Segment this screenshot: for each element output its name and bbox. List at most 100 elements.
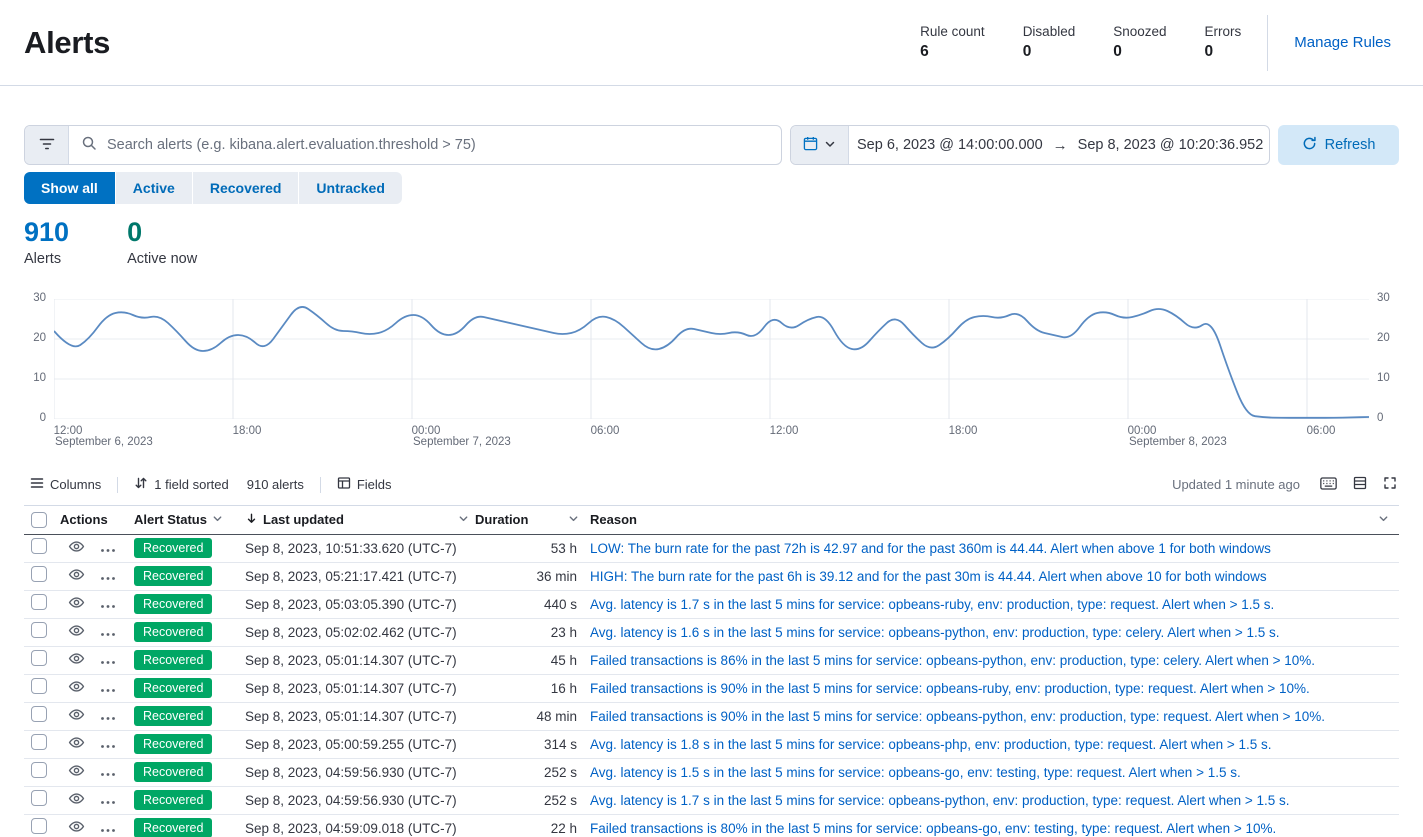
sort-fields-button[interactable]: 1 field sorted [128, 472, 234, 497]
calendar-button[interactable] [791, 126, 849, 164]
row-menu-button[interactable] [100, 681, 116, 696]
fields-button[interactable]: Fields [331, 472, 398, 497]
eye-icon [68, 678, 85, 698]
last-updated-cell: Sep 8, 2023, 05:02:02.462 (UTC-7) [245, 625, 475, 640]
display-density-button[interactable] [1351, 474, 1369, 495]
view-alert-button[interactable] [68, 594, 85, 614]
duration-cell: 16 h [475, 681, 581, 696]
view-alert-button[interactable] [68, 706, 85, 726]
row-checkbox[interactable] [31, 818, 47, 834]
date-range: Sep 6, 2023 @ 14:00:00.000 → Sep 8, 2023… [849, 126, 1270, 164]
view-alert-button[interactable] [68, 650, 85, 670]
reason-link[interactable]: HIGH: The burn rate for the past 6h is 3… [581, 569, 1399, 584]
row-checkbox[interactable] [31, 678, 47, 694]
reason-link[interactable]: Avg. latency is 1.5 s in the last 5 mins… [581, 765, 1399, 780]
reason-link[interactable]: LOW: The burn rate for the past 72h is 4… [581, 541, 1399, 556]
status-badge: Recovered [134, 594, 212, 614]
ellipsis-icon [100, 625, 116, 640]
row-menu-button[interactable] [100, 541, 116, 556]
stat-value: 0 [1113, 43, 1166, 61]
chart-y-axis-right: 0102030 [1375, 297, 1399, 421]
view-alert-button[interactable] [68, 678, 85, 698]
reason-link[interactable]: Avg. latency is 1.6 s in the last 5 mins… [581, 625, 1399, 640]
date-start[interactable]: Sep 6, 2023 @ 14:00:00.000 [857, 137, 1043, 153]
reason-link[interactable]: Avg. latency is 1.7 s in the last 5 mins… [581, 597, 1399, 612]
status-badge: Recovered [134, 734, 212, 754]
row-menu-button[interactable] [100, 625, 116, 640]
header-alert-status-label: Alert Status [134, 512, 207, 527]
row-checkbox[interactable] [31, 734, 47, 750]
view-alert-button[interactable] [68, 818, 85, 837]
row-menu-button[interactable] [100, 653, 116, 668]
updated-ago-label: Updated 1 minute ago [1172, 477, 1300, 492]
keyboard-shortcuts-button[interactable] [1318, 475, 1339, 495]
row-menu-button[interactable] [100, 821, 116, 836]
view-alert-button[interactable] [68, 566, 85, 586]
search-input[interactable] [105, 136, 769, 154]
grid-toolbar: Columns 1 field sorted 910 alerts Fields… [24, 471, 1399, 499]
reason-link[interactable]: Avg. latency is 1.8 s in the last 5 mins… [581, 737, 1399, 752]
row-actions-cell [60, 678, 134, 698]
last-updated-cell: Sep 8, 2023, 05:01:14.307 (UTC-7) [245, 709, 475, 724]
view-alert-button[interactable] [68, 622, 85, 642]
view-alert-button[interactable] [68, 538, 85, 558]
row-checkbox[interactable] [31, 622, 47, 638]
row-checkbox[interactable] [31, 650, 47, 666]
eye-icon [68, 818, 85, 837]
status-badge: Recovered [134, 538, 212, 558]
refresh-button[interactable]: Refresh [1278, 125, 1399, 165]
row-checkbox[interactable] [31, 790, 47, 806]
row-checkbox[interactable] [31, 762, 47, 778]
header-reason[interactable]: Reason [581, 512, 1399, 527]
view-alert-button[interactable] [68, 790, 85, 810]
filter-tab-untracked[interactable]: Untracked [299, 172, 401, 204]
filter-tab-show-all[interactable]: Show all [24, 172, 115, 204]
table-row: Recovered Sep 8, 2023, 04:59:56.930 (UTC… [24, 787, 1399, 815]
sorted-label: 1 field sorted [154, 477, 228, 492]
row-menu-button[interactable] [100, 597, 116, 612]
view-alert-button[interactable] [68, 762, 85, 782]
header-alert-status[interactable]: Alert Status [134, 512, 245, 527]
row-actions-cell [60, 594, 134, 614]
refresh-icon [1302, 136, 1317, 155]
view-alert-button[interactable] [68, 734, 85, 754]
select-all-checkbox[interactable] [31, 512, 47, 528]
eye-icon [68, 538, 85, 558]
stat-label: Snoozed [1113, 24, 1166, 39]
filter-tab-active[interactable]: Active [116, 172, 192, 204]
row-menu-button[interactable] [100, 709, 116, 724]
y-axis-tick: 20 [1377, 332, 1390, 344]
row-menu-button[interactable] [100, 765, 116, 780]
ellipsis-icon [100, 765, 116, 780]
row-menu-button[interactable] [100, 737, 116, 752]
row-actions-cell [60, 762, 134, 782]
reason-link[interactable]: Failed transactions is 80% in the last 5… [581, 821, 1399, 836]
table-row: Recovered Sep 8, 2023, 05:03:05.390 (UTC… [24, 591, 1399, 619]
reason-link[interactable]: Failed transactions is 90% in the last 5… [581, 681, 1399, 696]
stat-snoozed: Snoozed 0 [1113, 24, 1166, 61]
row-checkbox[interactable] [31, 538, 47, 554]
reason-link[interactable]: Failed transactions is 90% in the last 5… [581, 709, 1399, 724]
date-end[interactable]: Sep 8, 2023 @ 10:20:36.952 [1078, 137, 1264, 153]
row-checkbox[interactable] [31, 594, 47, 610]
y-axis-tick: 0 [1377, 412, 1383, 424]
row-checkbox[interactable] [31, 706, 47, 722]
reason-link[interactable]: Avg. latency is 1.7 s in the last 5 mins… [581, 793, 1399, 808]
row-menu-button[interactable] [100, 569, 116, 584]
filter-button[interactable] [25, 126, 69, 164]
reason-link[interactable]: Failed transactions is 86% in the last 5… [581, 653, 1399, 668]
row-menu-button[interactable] [100, 793, 116, 808]
columns-label: Columns [50, 477, 101, 492]
toolbar-right: Updated 1 minute ago [1172, 474, 1399, 495]
header-last-updated[interactable]: Last updated [245, 512, 475, 528]
filter-tab-recovered[interactable]: Recovered [193, 172, 299, 204]
fullscreen-button[interactable] [1381, 474, 1399, 495]
columns-button[interactable]: Columns [24, 472, 107, 497]
header-right: Rule count 6 Disabled 0 Snoozed 0 Errors… [920, 15, 1399, 71]
last-updated-cell: Sep 8, 2023, 05:01:14.307 (UTC-7) [245, 681, 475, 696]
calendar-icon [803, 136, 818, 154]
manage-rules-link[interactable]: Manage Rules [1294, 34, 1399, 51]
row-checkbox[interactable] [31, 566, 47, 582]
duration-cell: 36 min [475, 569, 581, 584]
header-duration[interactable]: Duration [475, 512, 581, 527]
